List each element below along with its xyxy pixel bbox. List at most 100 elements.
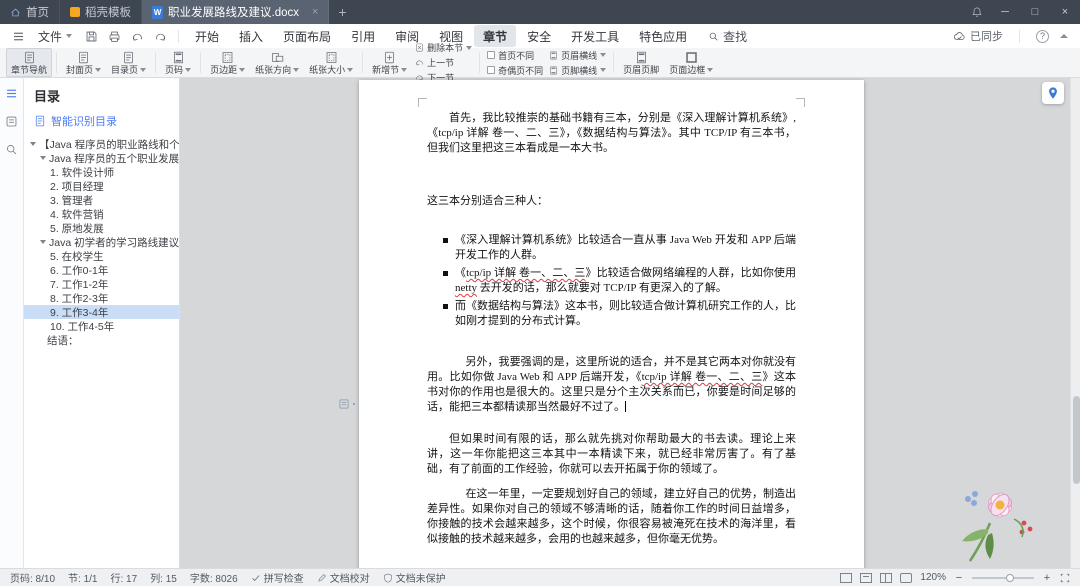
tab-insert[interactable]: 插入 bbox=[230, 25, 272, 47]
redo-button[interactable] bbox=[150, 27, 171, 45]
header-line-button[interactable]: 页眉横线 bbox=[546, 49, 609, 62]
zoom-slider[interactable] bbox=[972, 573, 1034, 582]
cover-page-icon bbox=[77, 51, 90, 64]
bullet-item[interactable]: 而《数据结构与算法》这本书，则比较适合做计算机研究工作的人，比如刚才提到的分布式… bbox=[443, 299, 796, 329]
button-label: 页码 bbox=[165, 64, 184, 75]
toc-item[interactable]: 8. 工作2-3年 bbox=[24, 291, 179, 305]
toc-item-selected[interactable]: 9. 工作3-4年 bbox=[24, 305, 179, 319]
hamburger-icon[interactable] bbox=[8, 27, 29, 45]
document-page[interactable]: 首先，我比较推崇的基础书籍有三本，分别是《深入理解计算机系统》,《tcp/ip … bbox=[359, 80, 864, 568]
chevron-down-icon bbox=[293, 68, 300, 72]
doc-paragraph[interactable]: 但如果时间有限的话，那么就先挑对你帮助最大的书去读。理论上来讲，这一年你能把这三… bbox=[427, 432, 796, 477]
notification-bell-icon[interactable] bbox=[964, 0, 990, 24]
different-first-page-checkbox[interactable]: 首页不同 bbox=[484, 49, 546, 62]
cloud-sync-status[interactable]: 已同步 bbox=[953, 28, 1003, 44]
tab-section[interactable]: 章节 bbox=[474, 25, 517, 47]
toc-item[interactable]: 3. 管理者 bbox=[24, 193, 179, 207]
toc-page-button[interactable]: 目录页 bbox=[106, 48, 151, 77]
bullet-item[interactable]: 《深入理解计算机系统》比较适合一直从事 Java Web 开发和 APP 后端开… bbox=[443, 233, 796, 263]
view-mode-print-icon[interactable] bbox=[840, 572, 853, 583]
protection-status[interactable]: 文档未保护 bbox=[383, 570, 446, 585]
smart-toc-button[interactable]: 智能识别目录 bbox=[24, 108, 179, 134]
zoom-slider-knob[interactable] bbox=[1006, 573, 1014, 582]
page-text[interactable]: 首先，我比较推崇的基础书籍有三本，分别是《深入理解计算机系统》,《tcp/ip … bbox=[427, 111, 796, 547]
minimize-button[interactable]: ─ bbox=[990, 0, 1020, 24]
toc-item[interactable]: 10. 工作4-5年 bbox=[24, 319, 179, 333]
orientation-button[interactable]: 纸张方向 bbox=[250, 48, 304, 77]
file-menu[interactable]: 文件 bbox=[31, 28, 79, 45]
zoom-in-button[interactable]: + bbox=[1042, 572, 1052, 584]
tab-special-apps[interactable]: 特色应用 bbox=[630, 25, 696, 47]
cloud-sync-icon bbox=[953, 30, 966, 43]
view-mode-two-page-icon[interactable] bbox=[880, 572, 893, 583]
document-canvas[interactable]: 首先，我比较推崇的基础书籍有三本，分别是《深入理解计算机系统》,《tcp/ip … bbox=[180, 78, 1080, 568]
spellcheck-status[interactable]: 拼写检查 bbox=[251, 570, 304, 585]
toc-item[interactable]: 7. 工作1-2年 bbox=[24, 277, 179, 291]
help-button[interactable]: ? bbox=[1036, 29, 1049, 43]
tab-start[interactable]: 开始 bbox=[186, 25, 228, 47]
tab-document[interactable]: W 职业发展路线及建议.docx × bbox=[142, 0, 330, 24]
doc-paragraph[interactable]: 在这一年里，一定要规划好自己的领域，建立好自己的优势，制造出差异性。如果你对自己… bbox=[427, 487, 796, 547]
proofread-status[interactable]: 文档校对 bbox=[317, 570, 370, 585]
previous-section-button[interactable]: 上一节 bbox=[412, 56, 475, 69]
tab-references[interactable]: 引用 bbox=[342, 25, 384, 47]
doc-paragraph[interactable]: 首先，我比较推崇的基础书籍有三本，分别是《深入理解计算机系统》,《tcp/ip … bbox=[427, 111, 796, 156]
toc-item[interactable]: 5. 在校学生 bbox=[24, 249, 179, 263]
tab-page-layout[interactable]: 页面布局 bbox=[274, 25, 340, 47]
close-tab-icon[interactable]: × bbox=[312, 6, 318, 18]
toc-item[interactable]: Java 程序员的五个职业发展方向 bbox=[24, 151, 179, 165]
tab-home[interactable]: 首页 bbox=[0, 0, 60, 24]
toc-item[interactable]: 2. 项目经理 bbox=[24, 179, 179, 193]
bullet-item[interactable]: 《tcp/ip 详解 卷一、二、三》比较适合做网络编程的人群，比如你使用 net… bbox=[443, 266, 796, 296]
section-navigation-button[interactable]: 章节导航 bbox=[6, 48, 53, 77]
vertical-scrollbar[interactable] bbox=[1070, 78, 1080, 568]
search-icon[interactable] bbox=[5, 143, 18, 156]
toc-item[interactable]: 4. 软件营销 bbox=[24, 207, 179, 221]
page-border-button[interactable]: 页面边框 bbox=[664, 48, 718, 77]
undo-button[interactable] bbox=[127, 27, 148, 45]
save-button[interactable] bbox=[81, 27, 102, 45]
paper-size-button[interactable]: 纸张大小 bbox=[304, 48, 358, 77]
new-tab-button[interactable]: + bbox=[329, 0, 355, 24]
docer-icon bbox=[70, 7, 80, 17]
zoom-level[interactable]: 120% bbox=[920, 572, 946, 583]
document-tab-title: 职业发展路线及建议.docx bbox=[168, 7, 299, 19]
chevron-down-icon bbox=[95, 68, 102, 72]
header-footer-button[interactable]: 页眉页脚 bbox=[618, 48, 664, 77]
tab-docer-templates[interactable]: 稻壳模板 bbox=[60, 0, 142, 24]
word-count[interactable]: 字数: 8026 bbox=[190, 570, 238, 585]
scrollbar-thumb[interactable] bbox=[1072, 396, 1080, 484]
fullscreen-icon[interactable] bbox=[1060, 573, 1070, 583]
new-section-button[interactable]: 新增节 bbox=[367, 48, 412, 77]
toc-item[interactable]: Java 初学者的学习路线建议 bbox=[24, 235, 179, 249]
close-window-button[interactable]: × bbox=[1050, 0, 1080, 24]
page-indicator[interactable]: 页码: 8/10 bbox=[10, 570, 55, 585]
tab-security[interactable]: 安全 bbox=[518, 25, 560, 47]
toc-item[interactable]: 6. 工作0-1年 bbox=[24, 263, 179, 277]
toc-item[interactable]: 5. 原地发展 bbox=[24, 221, 179, 235]
doc-paragraph[interactable]: 这三本分别适合三种人： bbox=[427, 194, 796, 209]
toc-item[interactable]: 结语： bbox=[24, 333, 179, 347]
delete-section-button[interactable]: 删除本节 bbox=[412, 41, 475, 54]
toc-item[interactable]: 1. 软件设计师 bbox=[24, 165, 179, 179]
different-odd-even-checkbox[interactable]: 奇偶页不同 bbox=[484, 64, 546, 77]
comment-marker[interactable] bbox=[338, 398, 355, 410]
maximize-button[interactable]: □ bbox=[1020, 0, 1050, 24]
cover-page-button[interactable]: 封面页 bbox=[61, 48, 106, 77]
footer-line-button[interactable]: 页脚横线 bbox=[546, 64, 609, 77]
margins-button[interactable]: 页边距 bbox=[205, 48, 250, 77]
print-button[interactable] bbox=[104, 27, 125, 45]
find-command[interactable]: 查找 bbox=[708, 28, 747, 45]
zoom-out-button[interactable]: − bbox=[954, 572, 964, 584]
toc-panel-icon[interactable] bbox=[5, 87, 18, 100]
tab-dev-tools[interactable]: 开发工具 bbox=[562, 25, 628, 47]
page-number-button[interactable]: 页码 bbox=[160, 48, 196, 77]
toc-item[interactable]: 【Java 程序员的职业路线和个人发展... bbox=[24, 137, 179, 151]
doc-paragraph[interactable]: 另外，我要强调的是，这里所说的适合，并不是其它两本对你就没有用。比如你做 Jav… bbox=[427, 355, 796, 415]
view-mode-outline-icon[interactable] bbox=[860, 572, 873, 583]
view-mode-web-icon[interactable] bbox=[900, 572, 913, 583]
page-thumbnails-icon[interactable] bbox=[5, 115, 18, 128]
chevron-down-icon bbox=[707, 68, 714, 72]
locate-button[interactable] bbox=[1042, 82, 1064, 104]
collapse-ribbon-icon[interactable] bbox=[1060, 34, 1068, 38]
